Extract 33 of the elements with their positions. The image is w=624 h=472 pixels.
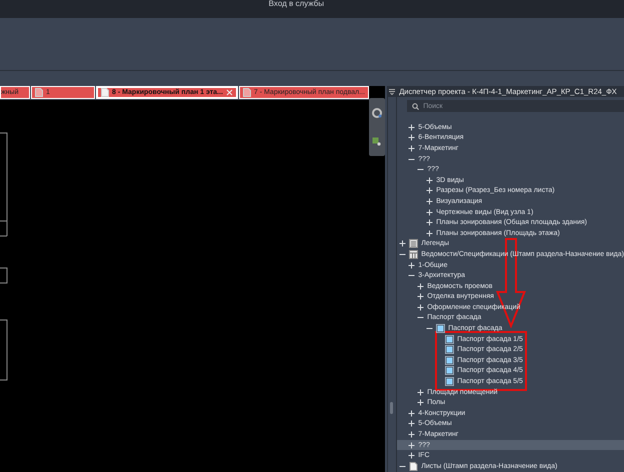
expand-icon[interactable] — [399, 240, 406, 248]
sheet-icon — [409, 462, 418, 471]
expand-icon[interactable] — [408, 134, 416, 142]
expand-icon[interactable] — [417, 304, 424, 311]
expand-icon[interactable] — [408, 262, 416, 269]
expand-icon[interactable] — [426, 208, 434, 216]
table-icon — [409, 250, 418, 259]
expand-icon[interactable] — [408, 420, 416, 428]
search-icon — [412, 102, 420, 110]
expand-icon[interactable] — [408, 452, 416, 460]
expand-icon[interactable] — [408, 124, 416, 131]
expand-icon[interactable] — [426, 219, 434, 226]
document-icon — [242, 88, 251, 97]
expand-icon[interactable] — [426, 176, 434, 184]
expand-icon[interactable] — [426, 230, 434, 237]
expand-icon[interactable] — [408, 442, 416, 449]
steering-wheel-icon[interactable] — [372, 108, 382, 118]
document-icon — [35, 88, 43, 97]
expand-icon[interactable] — [426, 187, 434, 194]
scrollbar-thumb[interactable] — [390, 402, 394, 414]
expand-icon[interactable] — [408, 144, 416, 152]
menu-icon[interactable] — [388, 88, 396, 95]
expand-icon[interactable] — [417, 399, 424, 406]
close-icon[interactable] — [226, 89, 233, 96]
document-icon — [101, 88, 109, 97]
expand-icon[interactable] — [408, 410, 416, 417]
expand-icon[interactable] — [426, 198, 434, 205]
legend-icon — [409, 239, 418, 248]
expand-icon[interactable] — [408, 431, 416, 438]
expand-icon[interactable] — [417, 388, 424, 396]
expand-icon[interactable] — [417, 282, 424, 290]
sign-in-link[interactable]: Вход в службы — [268, 0, 324, 8]
expand-icon[interactable] — [417, 293, 424, 300]
